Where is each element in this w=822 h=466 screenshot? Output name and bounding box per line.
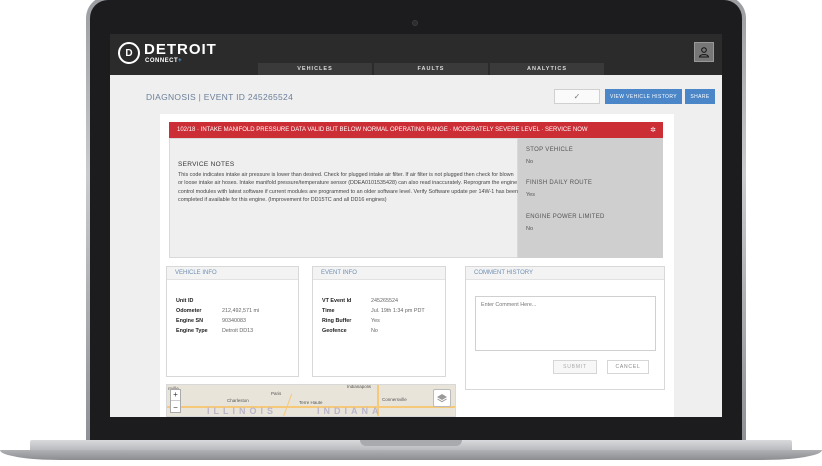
event-info-value: Jul. 19th 1:34 pm PDT: [371, 308, 425, 314]
share-button[interactable]: SHARE: [685, 89, 715, 104]
event-info-label: Ring Buffer: [322, 318, 352, 324]
layers-icon-svg: [437, 394, 447, 403]
status-panel: STOP VEHICLE No FINISH DAILY ROUTE Yes E…: [518, 138, 663, 258]
event-info-label: Geofence: [322, 328, 347, 334]
service-notes-panel: SERVICE NOTES This code indicates intake…: [169, 138, 518, 258]
map-city-label: Charleston: [227, 398, 249, 403]
comment-history-title: COMMENT HISTORY: [466, 267, 664, 280]
event-info-value: 245265524: [371, 298, 398, 304]
vehicle-info-label: Engine Type: [176, 328, 208, 334]
tab-analytics[interactable]: ANALYTICS: [490, 63, 604, 75]
map-state-label: ILLINOIS: [207, 406, 277, 416]
status-value-stop-vehicle: No: [526, 159, 534, 165]
gear-icon[interactable]: ✲: [650, 126, 656, 134]
map-city-label: Paris: [271, 391, 282, 396]
map-city-label: Terre Haute: [299, 400, 323, 405]
diagnosis-content: 102/18 · INTAKE MANIFOLD PRESSURE DATA V…: [160, 114, 674, 417]
app-header: D DETROIT CONNECT+ VEHICLES FAULTS ANALY…: [110, 34, 722, 75]
tab-faults[interactable]: FAULTS: [374, 63, 488, 75]
status-label-power-limited: ENGINE POWER LIMITED: [526, 214, 605, 220]
acknowledge-button[interactable]: ✓: [554, 89, 600, 104]
service-notes-body: This code indicates intake air pressure …: [178, 172, 518, 203]
service-notes-title: SERVICE NOTES: [178, 161, 235, 168]
laptop-base-bottom: [0, 450, 822, 460]
logo-text: DETROIT: [144, 41, 217, 58]
map-city-label: Connersville: [382, 397, 407, 402]
vehicle-info-label: Odometer: [176, 308, 202, 314]
submit-button[interactable]: SUBMIT: [553, 360, 597, 374]
event-info-title: EVENT INFO: [313, 267, 445, 280]
map-state-label: INDIANA: [317, 406, 383, 416]
fault-banner: 102/18 · INTAKE MANIFOLD PRESSURE DATA V…: [169, 122, 663, 138]
status-value-power-limited: No: [526, 226, 534, 232]
status-label-finish-route: FINISH DAILY ROUTE: [526, 180, 593, 186]
main-nav: VEHICLES FAULTS ANALYTICS: [110, 63, 722, 75]
user-icon[interactable]: [694, 42, 714, 62]
logo-mark-icon: D: [118, 42, 140, 64]
event-info-card: EVENT INFO VT Event Id 245265524 Time Ju…: [312, 266, 446, 377]
vehicle-info-value: 212,492,571 mi: [222, 308, 260, 314]
zoom-in-button[interactable]: +: [171, 390, 180, 401]
webcam: [412, 20, 418, 26]
vehicle-info-card: VEHICLE INFO Unit ID Odometer 212,492,57…: [166, 266, 299, 377]
event-info-value: Yes: [371, 318, 380, 324]
page-title: DIAGNOSIS | EVENT ID 245265524: [146, 92, 294, 102]
fault-banner-text: 102/18 · INTAKE MANIFOLD PRESSURE DATA V…: [177, 127, 588, 133]
sub-bar: DIAGNOSIS | EVENT ID 245265524 ✓ VIEW VE…: [110, 86, 722, 108]
app-screen: D DETROIT CONNECT+ VEHICLES FAULTS ANALY…: [110, 34, 722, 417]
comment-history-card: COMMENT HISTORY SUBMIT CANCEL: [465, 266, 665, 390]
map-zoom-control: + −: [170, 389, 181, 413]
tab-vehicles[interactable]: VEHICLES: [258, 63, 372, 75]
status-value-finish-route: Yes: [526, 192, 535, 198]
user-icon-svg: [698, 47, 710, 58]
status-label-stop-vehicle: STOP VEHICLE: [526, 147, 574, 153]
comment-input[interactable]: [475, 296, 656, 351]
map-city-label: Indianapolis: [347, 384, 372, 389]
layers-icon[interactable]: [433, 389, 451, 407]
cancel-button[interactable]: CANCEL: [607, 360, 649, 374]
vehicle-info-label: Unit ID: [176, 298, 194, 304]
location-map[interactable]: ILLINOIS INDIANA rrville Charleston Pari…: [166, 384, 456, 417]
event-info-label: Time: [322, 308, 335, 314]
zoom-out-button[interactable]: −: [171, 402, 180, 413]
view-vehicle-history-button[interactable]: VIEW VEHICLE HISTORY: [605, 89, 682, 104]
vehicle-info-label: Engine SN: [176, 318, 203, 324]
vehicle-info-value: Detroit DD13: [222, 328, 254, 334]
vehicle-info-title: VEHICLE INFO: [167, 267, 298, 280]
event-info-value: No: [371, 328, 378, 334]
vehicle-info-value: 90340083: [222, 318, 246, 324]
laptop-base-notch: [360, 440, 462, 446]
event-info-label: VT Event Id: [322, 298, 352, 304]
laptop-base: [0, 440, 822, 466]
